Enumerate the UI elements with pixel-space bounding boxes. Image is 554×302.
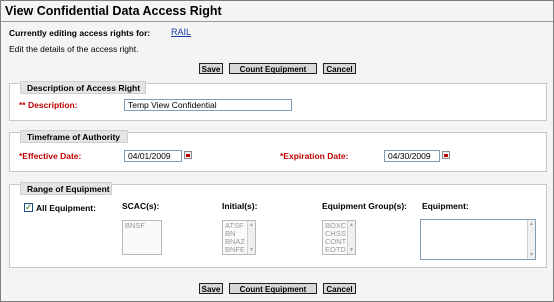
equipment-legend: Range of Equipment xyxy=(20,182,112,195)
equipment-textarea[interactable] xyxy=(420,219,536,260)
count-equipment-button-top[interactable]: Count Equipment xyxy=(229,63,317,74)
description-section: Description of Access Right ** Descripti… xyxy=(9,81,547,121)
expiration-date-input[interactable] xyxy=(384,150,440,162)
title-divider xyxy=(1,21,553,22)
editing-label: Currently editing access rights for: xyxy=(9,28,151,38)
scac-label: SCAC(s): xyxy=(122,201,160,211)
scac-listbox[interactable]: BNSF xyxy=(122,220,162,255)
dialog-frame: View Confidential Data Access Right Curr… xyxy=(0,0,554,302)
page-title: View Confidential Data Access Right xyxy=(5,4,222,18)
timeframe-section: Timeframe of Authority *Effective Date: … xyxy=(9,130,547,172)
page-subtitle: Edit the details of the access right. xyxy=(9,44,139,54)
count-equipment-button-bottom[interactable]: Count Equipment xyxy=(229,283,317,294)
effective-date-input[interactable] xyxy=(124,150,182,162)
effective-date-label: *Effective Date: xyxy=(19,151,82,161)
equipment-group-listbox[interactable]: BOXC CHSS CONT EOTD xyxy=(322,220,356,255)
cancel-button-top[interactable]: Cancel xyxy=(323,63,356,74)
group-scrollbar[interactable] xyxy=(347,221,355,254)
description-legend: Description of Access Right xyxy=(20,81,146,94)
expiration-calendar-icon[interactable] xyxy=(442,151,450,159)
expiration-date-label: *Expiration Date: xyxy=(280,151,349,161)
scac-option[interactable]: BNSF xyxy=(125,222,159,230)
cancel-button-bottom[interactable]: Cancel xyxy=(323,283,356,294)
initials-listbox[interactable]: ATSF BN BNAZ BNFE xyxy=(222,220,256,255)
equipment-scrollbar[interactable] xyxy=(527,220,535,259)
description-label: ** Description: xyxy=(19,100,78,110)
save-button-bottom[interactable]: Save xyxy=(199,283,223,294)
equipment-section: Range of Equipment ✓ All Equipment: SCAC… xyxy=(9,182,547,268)
initials-label: Initial(s): xyxy=(222,201,258,211)
equipment-label: Equipment: xyxy=(422,201,469,211)
all-equipment-label: All Equipment: xyxy=(36,203,96,213)
save-button-top[interactable]: Save xyxy=(199,63,223,74)
all-equipment-checkbox[interactable]: ✓ xyxy=(24,203,33,212)
description-input[interactable] xyxy=(124,99,292,111)
equipment-group-label: Equipment Group(s): xyxy=(322,201,407,211)
timeframe-legend: Timeframe of Authority xyxy=(20,130,128,143)
effective-calendar-icon[interactable] xyxy=(184,151,192,159)
editing-entity-link[interactable]: RAIL xyxy=(171,27,191,37)
initials-scrollbar[interactable] xyxy=(247,221,255,254)
